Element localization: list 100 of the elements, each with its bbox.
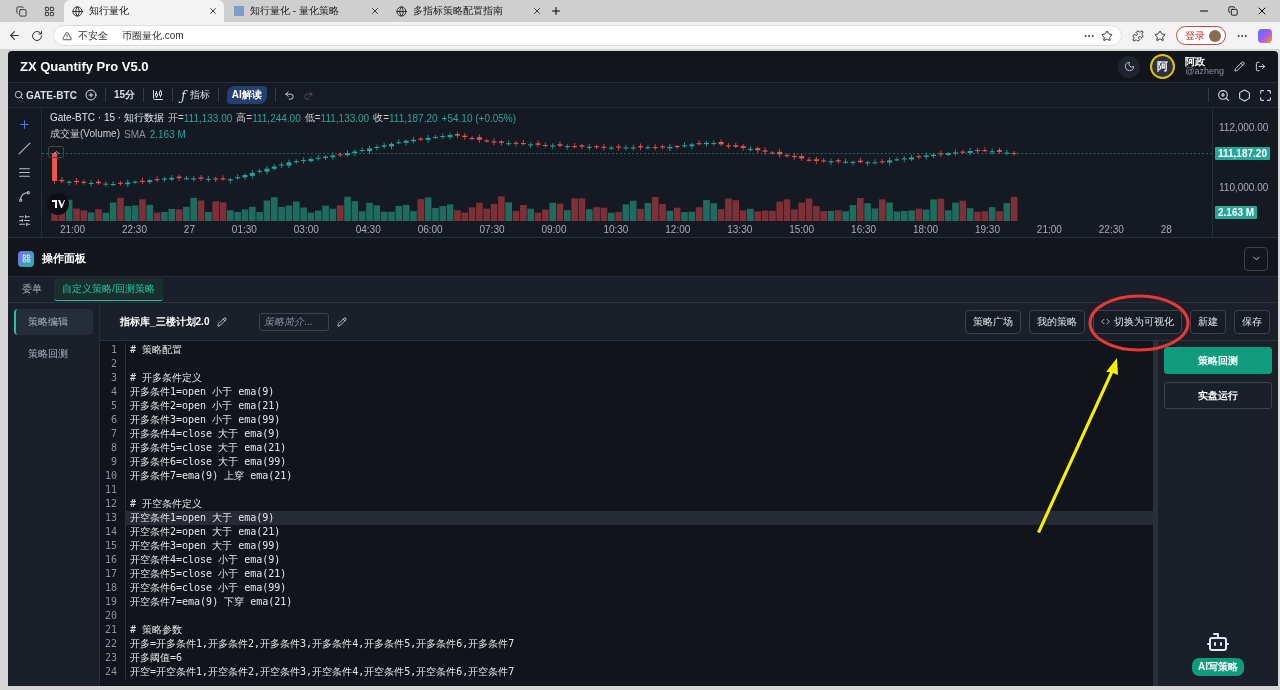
ohlc-label: 收=	[373, 111, 389, 123]
toolbar-button[interactable]: 我的策略	[1029, 309, 1085, 334]
ohlc-value: 111,244.00	[252, 112, 301, 124]
price-change: +54.10 (+0.05%)	[441, 112, 517, 124]
code-line: 开多条件1=open 小于 ema(9)	[129, 385, 276, 399]
code-line: 开空=开空条件1,开空条件2,开空条件3,开空条件4,开空条件5,开空条件6,开空条件7	[129, 665, 516, 679]
time-label: 21:00	[60, 223, 86, 235]
toolbar-button[interactable]: 策略广场	[965, 309, 1021, 334]
code-line: 开空条件6=close 小于 ema(99)	[129, 581, 288, 595]
ohlc-value: 111,133.00	[320, 112, 370, 124]
settings-icon[interactable]	[1238, 88, 1251, 102]
ohlc-label: 高=	[236, 111, 253, 123]
toolbar-button[interactable]: 切换为可视化	[1093, 309, 1182, 334]
code-line: 开多条件2=open 小于 ema(21)	[129, 399, 282, 413]
time-label: 19:30	[974, 223, 1000, 235]
line-number: 10	[100, 469, 126, 483]
volume-label: 成交量(Volume)	[50, 127, 120, 141]
line-number: 4	[100, 385, 126, 399]
pattern-icon[interactable]	[18, 190, 31, 204]
line-number: 23	[100, 651, 126, 665]
login-button[interactable]: 登录	[1176, 26, 1226, 45]
time-label: 10:30	[603, 223, 629, 235]
browser-tab[interactable]: 知行量化	[64, 0, 224, 22]
ai-button[interactable]: AI解读	[226, 86, 267, 104]
collapse-button[interactable]	[48, 146, 64, 158]
toolbar-button[interactable]: 保存	[1234, 309, 1270, 334]
code-line: 开空条件7=ema(9) 下穿 ema(21)	[129, 595, 294, 609]
edit-description-icon[interactable]	[337, 316, 348, 327]
warning-icon	[62, 30, 72, 41]
copilot-icon[interactable]	[1258, 28, 1272, 43]
description-field[interactable]: 策略简介...	[259, 312, 330, 331]
crosshair-icon[interactable]	[18, 117, 31, 131]
line-number: 9	[100, 455, 126, 469]
globe-icon	[396, 5, 407, 17]
line-number: 1	[100, 343, 126, 357]
chart-title: Gate-BTC · 15 · 知行数据	[50, 111, 164, 125]
line-number: 14	[100, 525, 126, 539]
code-line: # 开多条件定义	[129, 371, 204, 385]
theme-button[interactable]	[1118, 55, 1141, 78]
panel-tab[interactable]: 委单	[14, 278, 50, 301]
new-tab-icon[interactable]	[550, 5, 562, 17]
zoom-icon[interactable]	[1217, 88, 1230, 102]
search-icon[interactable]	[14, 90, 24, 100]
close-icon[interactable]	[370, 6, 380, 16]
close-window-icon[interactable]	[1256, 5, 1268, 17]
extensions-icon[interactable]	[1132, 29, 1144, 42]
time-label: 03:00	[293, 223, 319, 235]
avatar-icon	[1209, 29, 1221, 42]
code-line: 开空条件5=close 小于 ema(21)	[129, 567, 288, 581]
security-label: 不安全	[78, 28, 108, 43]
close-icon[interactable]	[532, 6, 542, 16]
candles-icon[interactable]	[152, 89, 165, 101]
panel-tab[interactable]: 自定义策略/回测策略	[54, 278, 163, 301]
favorites-icon[interactable]	[1154, 29, 1166, 42]
sidebar-item[interactable]: 策略回测	[14, 341, 93, 367]
lines-icon[interactable]	[18, 165, 31, 179]
trend-line-icon[interactable]	[18, 141, 31, 155]
code-line: 开多条件5=close 大于 ema(21)	[129, 441, 288, 455]
time-label: 22:30	[1098, 223, 1124, 235]
code-line: # 策略参数	[129, 623, 184, 637]
address-bar[interactable]: 不安全 币圈量化.com	[53, 25, 1122, 46]
browser-tab[interactable]: 多指标策略配置指南	[388, 0, 548, 22]
volume-ma-label: SMA	[124, 128, 146, 140]
last-price-badge: 111,187.20	[1215, 147, 1270, 160]
app-title: ZX Quantify Pro V5.0	[20, 59, 150, 74]
back-icon[interactable]	[8, 29, 21, 42]
code-line: 开多条件6=close 大于 ema(99)	[129, 455, 288, 469]
time-label: 09:00	[541, 223, 567, 235]
time-label: 21:00	[1036, 223, 1062, 235]
line-number: 7	[100, 427, 126, 441]
add-symbol-icon[interactable]	[84, 89, 97, 101]
line-number: 8	[100, 441, 126, 455]
fullscreen-icon[interactable]	[1259, 88, 1272, 102]
toolbar-button[interactable]: 新建	[1190, 309, 1226, 334]
symbol-button[interactable]: GATE-BTC	[26, 89, 77, 101]
line-number: 6	[100, 413, 126, 427]
favorite-icon[interactable]	[1101, 29, 1113, 42]
robot-icon[interactable]	[1206, 630, 1230, 654]
edit-name-icon[interactable]	[217, 316, 228, 327]
moon-icon	[1123, 61, 1135, 72]
close-icon[interactable]	[208, 6, 218, 16]
globe-icon	[72, 5, 83, 17]
restore-icon[interactable]	[1228, 6, 1238, 16]
line-number: 2	[100, 357, 126, 371]
edit-icon[interactable]	[1234, 61, 1245, 72]
logout-icon[interactable]	[1255, 61, 1266, 72]
reload-icon[interactable]	[31, 29, 43, 42]
code-line: # 策略配置	[129, 343, 184, 357]
sidebar-item[interactable]: 策略编辑	[14, 309, 93, 335]
indicators-button[interactable]: 指标	[189, 88, 210, 102]
ohlc-label: 低=	[304, 111, 321, 123]
browser-tab[interactable]: 知行量化 - 量化策略	[226, 0, 386, 22]
live-run-button[interactable]: 实盘运行	[1164, 382, 1272, 409]
code-line: 开多阈值=6	[129, 651, 184, 665]
interval-button[interactable]: 15分	[113, 88, 136, 102]
code-line: 开空条件2=open 大于 ema(21)	[129, 525, 282, 539]
time-label: 13:30	[727, 223, 753, 235]
undo-icon[interactable]	[283, 89, 295, 101]
price-label: 110,000.00	[1219, 182, 1269, 193]
code-editor[interactable]	[100, 341, 1158, 686]
